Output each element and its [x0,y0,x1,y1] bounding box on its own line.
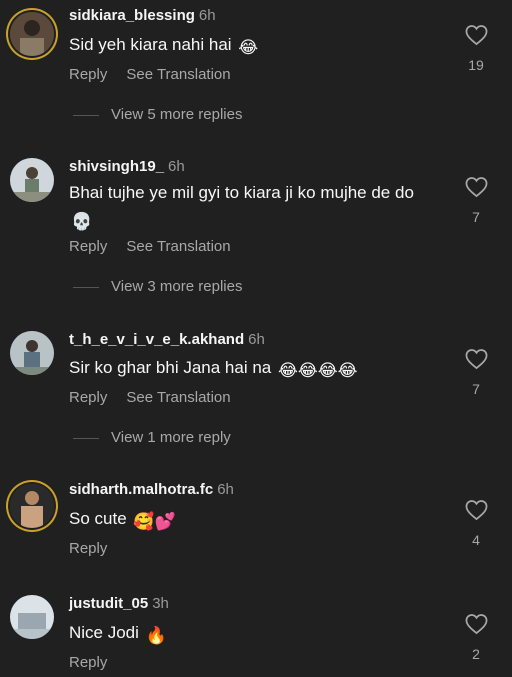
avatar[interactable] [10,484,54,528]
heart-outline-icon[interactable] [463,499,489,521]
comment-emoji: 😂😂😂😂 [277,361,358,380]
comment-username[interactable]: sidkiara_blessing [69,7,195,24]
comment-username[interactable]: t_h_e_v_i_v_e_k.akhand [69,331,244,348]
comment-text: So cute 🥰💕 [69,506,434,535]
reply-button[interactable]: Reply [69,654,107,671]
avatar[interactable] [10,595,54,639]
like-count: 7 [472,381,480,397]
view-more-replies[interactable]: View 3 more replies [73,278,242,295]
comment-emoji: 🥰💕 [133,512,176,531]
comment-username[interactable]: shivsingh19_ [69,158,164,175]
see-translation-button[interactable]: See Translation [126,238,230,255]
comment-emoji: 😂 [238,38,259,57]
comment-time: 6h [217,481,234,498]
avatar[interactable] [10,12,54,56]
like-count: 19 [468,57,484,73]
reply-button[interactable]: Reply [69,238,107,255]
comment-time: 6h [168,158,185,175]
reply-button[interactable]: Reply [69,540,107,557]
see-translation-button[interactable]: See Translation [126,66,230,83]
view-more-replies[interactable]: View 1 more reply [73,429,231,446]
comment-time: 6h [198,7,216,24]
divider-line [73,286,99,288]
comment-text: Sid yeh kiara nahi hai 😂 [69,32,434,61]
see-translation-button[interactable]: See Translation [126,389,230,406]
comment-text: Bhai tujhe ye mil gyi to kiara ji ko muj… [69,180,434,235]
comment-emoji: 💀 [71,212,93,231]
comment-username[interactable]: sidharth.malhotra.fc [69,481,213,498]
like-count: 2 [472,646,480,662]
heart-outline-icon[interactable] [463,348,489,370]
comment-text: Nice Jodi 🔥 [69,620,434,649]
comment-emoji: 🔥 [145,626,167,645]
comment-text: Sir ko ghar bhi Jana hai na 😂😂😂😂 [69,355,434,384]
divider-line [73,114,99,116]
comment-username[interactable]: justudit_05 [69,595,148,612]
heart-outline-icon[interactable] [463,176,489,198]
heart-outline-icon[interactable] [463,24,489,46]
view-more-replies[interactable]: View 5 more replies [73,106,242,123]
reply-button[interactable]: Reply [69,389,107,406]
like-count: 4 [472,532,480,548]
divider-line [73,437,99,439]
comment-time: 3h [152,595,169,612]
reply-button[interactable]: Reply [69,66,107,83]
like-count: 7 [472,209,480,225]
comment-time: 6h [248,331,265,348]
avatar[interactable] [10,331,54,375]
avatar[interactable] [10,158,54,202]
heart-outline-icon[interactable] [463,613,489,635]
